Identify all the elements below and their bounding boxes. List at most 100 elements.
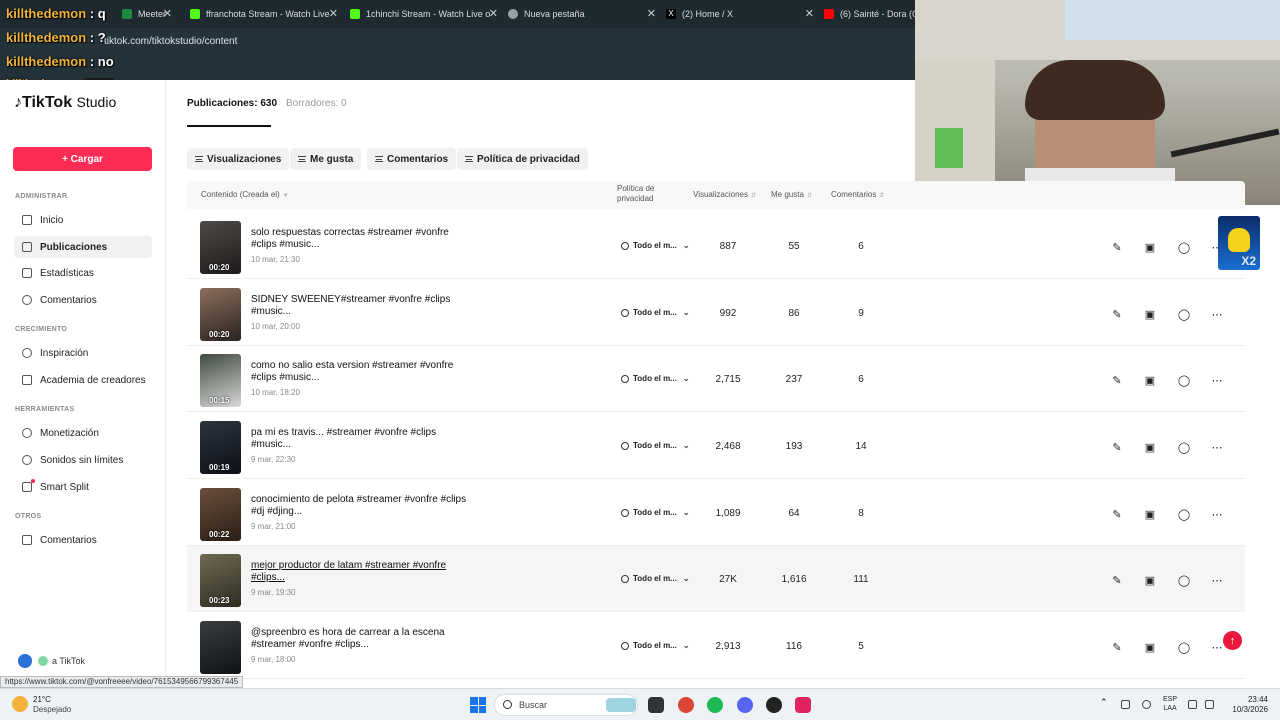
post-title[interactable]: solo respuestas correctas #streamer #von… [251, 227, 471, 251]
analytics-icon[interactable]: ▣ [1143, 307, 1157, 321]
discord-icon[interactable] [737, 697, 753, 713]
weather-temperature[interactable]: 21°C [33, 695, 51, 704]
sidebar-item-academia[interactable]: Academia de creadores [14, 369, 152, 391]
browser-tab[interactable]: X (2) Home / X ✕ [666, 4, 818, 24]
video-thumbnail[interactable] [200, 621, 241, 674]
column-header-comments[interactable]: Comentarios ⇵ [831, 190, 884, 199]
edit-icon[interactable]: ✎ [1110, 573, 1124, 587]
volume-icon[interactable] [1205, 700, 1214, 709]
moon-icon[interactable] [12, 696, 28, 712]
comment-icon[interactable]: ◯ [1177, 573, 1191, 587]
upload-button[interactable]: + Cargar [13, 147, 152, 171]
sidebar-item-feedback[interactable]: Comentarios [14, 529, 152, 551]
url-text[interactable]: tiktok.com/tiktokstudio/content [104, 36, 237, 47]
close-icon[interactable]: ✕ [329, 7, 338, 20]
file-explorer-icon[interactable] [648, 697, 664, 713]
video-thumbnail[interactable]: 00:15 [200, 354, 241, 407]
filter-visualizaciones[interactable]: Visualizaciones [187, 148, 290, 170]
network-icon[interactable] [1121, 700, 1130, 709]
column-header-content[interactable]: Contenido (Creada el) ▼ [201, 190, 289, 199]
column-header-likes[interactable]: Me gusta ⇵ [771, 190, 812, 199]
table-row[interactable]: 00:20 SIDNEY SWEENEY#streamer #vonfre #cl… [187, 280, 1245, 346]
close-icon[interactable]: ✕ [489, 7, 498, 20]
spotify-icon[interactable] [707, 697, 723, 713]
browser-tab[interactable]: (6) Sainté - Dora (Offi [824, 4, 916, 24]
edit-icon[interactable]: ✎ [1110, 507, 1124, 521]
system-clock[interactable]: 23:44 10/3/2026 [1222, 695, 1268, 715]
more-options-icon[interactable]: ⋯ [1210, 640, 1224, 654]
analytics-icon[interactable]: ▣ [1143, 373, 1157, 387]
post-title[interactable]: SIDNEY SWEENEY#streamer #vonfre #clips #… [251, 294, 471, 318]
comment-icon[interactable]: ◯ [1177, 507, 1191, 521]
analytics-icon[interactable]: ▣ [1143, 507, 1157, 521]
analytics-icon[interactable]: ▣ [1143, 640, 1157, 654]
more-options-icon[interactable]: ⋯ [1210, 373, 1224, 387]
scroll-to-top-button[interactable]: ↑ [1223, 631, 1242, 650]
table-row[interactable]: 00:20 solo respuestas correctas #streamer… [187, 213, 1245, 279]
bottom-promo[interactable]: a TikTok [18, 654, 85, 668]
sidebar-item-estadisticas[interactable]: Estadísticas [14, 262, 152, 284]
sidebar-item-smart-split[interactable]: Smart Split [14, 476, 152, 498]
comment-icon[interactable]: ◯ [1177, 240, 1191, 254]
video-thumbnail[interactable]: 00:19 [200, 421, 241, 474]
privacy-dropdown[interactable]: Todo el m... ⌄ [621, 374, 690, 383]
privacy-dropdown[interactable]: Todo el m... ⌄ [621, 441, 690, 450]
sidebar-item-comentarios[interactable]: Comentarios [14, 289, 152, 311]
edit-icon[interactable]: ✎ [1110, 307, 1124, 321]
sidebar-item-monetizacion[interactable]: Monetización [14, 422, 152, 444]
edit-icon[interactable]: ✎ [1110, 440, 1124, 454]
video-thumbnail[interactable]: 00:22 [200, 488, 241, 541]
table-row[interactable]: 00:19 pa mi es travis... #streamer #vonfr… [187, 413, 1245, 479]
sidebar-item-inspiracion[interactable]: Inspiración [14, 342, 152, 364]
privacy-dropdown[interactable]: Todo el m... ⌄ [621, 308, 690, 317]
post-title[interactable]: como no salio esta version #streamer #vo… [251, 360, 471, 384]
browser-tab[interactable]: 1chinchi Stream - Watch Live o ✕ [350, 4, 502, 24]
comment-icon[interactable]: ◯ [1177, 373, 1191, 387]
wifi-icon[interactable] [1188, 700, 1197, 709]
table-row[interactable]: 00:22 conocimiento de pelota #streamer #v… [187, 480, 1245, 546]
more-options-icon[interactable]: ⋯ [1210, 507, 1224, 521]
post-title[interactable]: mejor productor de latam #streamer #vonf… [251, 560, 471, 584]
comment-icon[interactable]: ◯ [1177, 640, 1191, 654]
close-icon[interactable]: ✕ [647, 7, 656, 20]
analytics-icon[interactable]: ▣ [1143, 440, 1157, 454]
privacy-dropdown[interactable]: Todo el m... ⌄ [621, 641, 690, 650]
video-thumbnail[interactable]: 00:20 [200, 221, 241, 274]
sidebar-item-inicio[interactable]: Inicio [14, 209, 152, 231]
video-thumbnail[interactable]: 00:23 [200, 554, 241, 607]
post-title[interactable]: pa mi es travis... #streamer #vonfre #cl… [251, 427, 471, 451]
table-row[interactable]: @spreenbro es hora de carrear a la escen… [187, 613, 1245, 679]
chrome-icon[interactable] [678, 697, 694, 713]
table-row[interactable]: 00:15 como no salio esta version #streame… [187, 346, 1245, 412]
privacy-dropdown[interactable]: Todo el m... ⌄ [621, 241, 690, 250]
table-row[interactable]: 00:23 mejor productor de latam #streamer … [187, 546, 1245, 612]
filter-me-gusta[interactable]: Me gusta [290, 148, 362, 170]
mic-icon[interactable] [1142, 700, 1151, 709]
weather-condition[interactable]: Despejado [33, 705, 71, 714]
sidebar-item-sonidos[interactable]: Sonidos sin límites [14, 449, 152, 471]
browser-tab[interactable]: ffranchota Stream - Watch Live ✕ [190, 4, 342, 24]
privacy-dropdown[interactable]: Todo el m... ⌄ [621, 508, 690, 517]
edit-icon[interactable]: ✎ [1110, 240, 1124, 254]
column-header-views[interactable]: Visualizaciones ⇵ [693, 190, 756, 199]
tab-publicaciones[interactable]: Publicaciones: 630 [187, 98, 277, 109]
language-indicator[interactable]: ESP LAA [1163, 695, 1177, 713]
analytics-icon[interactable]: ▣ [1143, 573, 1157, 587]
post-title[interactable]: conocimiento de pelota #streamer #vonfre… [251, 494, 471, 518]
more-options-icon[interactable]: ⋯ [1210, 307, 1224, 321]
filter-comentarios[interactable]: Comentarios [367, 148, 457, 170]
close-icon[interactable]: ✕ [805, 7, 814, 20]
windows-start-icon[interactable] [470, 697, 486, 713]
privacy-dropdown[interactable]: Todo el m... ⌄ [621, 574, 690, 583]
tab-borradores[interactable]: Borradores: 0 [286, 98, 347, 109]
analytics-icon[interactable]: ▣ [1143, 240, 1157, 254]
filter-privacidad[interactable]: Política de privacidad [457, 148, 588, 170]
sidebar-item-publicaciones[interactable]: Publicaciones [14, 236, 152, 258]
tiktok-logo[interactable]: ♪TikTok Studio [14, 94, 116, 112]
close-icon[interactable]: ✕ [163, 7, 172, 20]
video-thumbnail[interactable]: 00:20 [200, 288, 241, 341]
edit-icon[interactable]: ✎ [1110, 373, 1124, 387]
more-options-icon[interactable]: ⋯ [1210, 573, 1224, 587]
edit-icon[interactable]: ✎ [1110, 640, 1124, 654]
comment-icon[interactable]: ◯ [1177, 440, 1191, 454]
